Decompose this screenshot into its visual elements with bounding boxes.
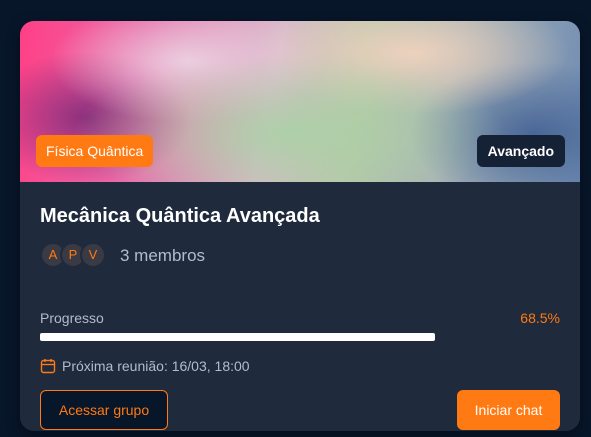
group-title: Mecânica Quântica Avançada: [40, 205, 320, 227]
avatar: V: [80, 242, 106, 268]
member-avatars: A P V: [40, 242, 106, 268]
access-group-button[interactable]: Acessar grupo: [40, 390, 168, 430]
next-meeting-text: Próxima reunião: 16/03, 18:00: [62, 358, 250, 374]
progress-value: 68.5%: [520, 310, 560, 326]
calendar-icon: [40, 359, 56, 374]
progress-bar-fill: [40, 333, 436, 341]
level-badge: Avançado: [476, 135, 565, 167]
progress-label: Progresso: [40, 310, 104, 326]
category-badge: Física Quântica: [36, 135, 154, 167]
members-count: 3 membros: [120, 246, 206, 265]
next-meeting: Próxima reunião: 16/03, 18:00: [40, 357, 250, 375]
study-group-card: Física Quântica Avançado Mecânica Quânti…: [20, 21, 580, 431]
card-cover-image: Física Quântica Avançado: [20, 21, 580, 182]
progress-bar: [40, 333, 560, 341]
start-chat-button[interactable]: Iniciar chat: [457, 390, 560, 430]
